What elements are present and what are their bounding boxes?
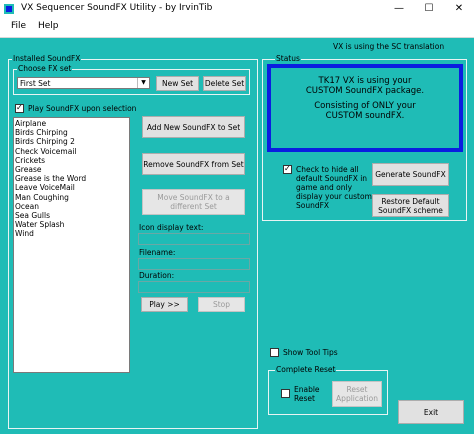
new-set-button[interactable]: New Set bbox=[156, 76, 199, 91]
delete-set-button[interactable]: Delete Set bbox=[203, 76, 246, 91]
play-on-select-checkbox[interactable] bbox=[15, 103, 24, 113]
show-tooltips-checkbox[interactable] bbox=[270, 348, 279, 357]
duration-label: Duration: bbox=[139, 271, 175, 280]
play-button[interactable]: Play >> bbox=[141, 297, 188, 312]
list-item[interactable]: Leave VoiceMail bbox=[15, 183, 128, 192]
status-message-box: TK17 VX is using your CUSTOM SoundFX pac… bbox=[267, 64, 463, 152]
restore-default-line2: SoundFX scheme bbox=[378, 205, 443, 215]
window-title: VX Sequencer SoundFX Utility - by IrvinT… bbox=[21, 3, 213, 13]
enable-reset-line1: Enable bbox=[294, 385, 320, 394]
list-item[interactable]: Water Splash bbox=[15, 220, 128, 229]
list-item[interactable]: Grease is the Word bbox=[15, 174, 128, 183]
hide-default-line: default SoundFX in bbox=[296, 174, 368, 183]
restore-default-line1: Restore Default bbox=[381, 196, 440, 206]
installed-soundfx-label: Installed SoundFX bbox=[12, 54, 82, 64]
hide-default-label: Check to hide all default SoundFX in gam… bbox=[296, 165, 372, 210]
minimize-button[interactable]: — bbox=[384, 0, 414, 19]
chevron-down-icon[interactable]: ▼ bbox=[137, 78, 149, 88]
hide-default-line: game and only bbox=[296, 183, 353, 192]
play-on-select-label: Play SoundFX upon selection bbox=[28, 104, 137, 113]
add-soundfx-button[interactable]: Add New SoundFX to Set bbox=[142, 116, 245, 138]
icon-display-text-label: Icon display text: bbox=[139, 223, 204, 232]
move-soundfx-line1: Move SoundFX to a bbox=[157, 193, 230, 202]
app-window: VX Sequencer SoundFX Utility - by IrvinT… bbox=[0, 0, 474, 434]
list-item[interactable]: Sea Gulls bbox=[15, 211, 128, 220]
remove-soundfx-button[interactable]: Remove SoundFX from Set bbox=[142, 153, 245, 175]
status-msg-line4: CUSTOM soundFX. bbox=[325, 111, 405, 121]
maximize-button[interactable]: ☐ bbox=[414, 0, 444, 19]
complete-reset-label: Complete Reset bbox=[275, 365, 337, 375]
list-item[interactable]: Check Voicemail bbox=[15, 147, 128, 156]
hide-default-line: SoundFX bbox=[296, 201, 330, 210]
show-tooltips-label: Show Tool Tips bbox=[283, 348, 338, 357]
reset-app-line2: Application bbox=[336, 394, 378, 403]
list-item[interactable]: Wind bbox=[15, 229, 128, 238]
icon-display-text-input[interactable] bbox=[138, 233, 250, 245]
list-item[interactable]: Crickets bbox=[15, 156, 128, 165]
close-button[interactable]: ✕ bbox=[444, 0, 474, 19]
choose-fx-set-label: Choose FX set bbox=[17, 64, 73, 74]
list-item[interactable]: Grease bbox=[15, 165, 128, 174]
move-soundfx-line2: different Set bbox=[170, 202, 217, 211]
enable-reset-line2: Reset bbox=[294, 394, 315, 403]
filename-label: Filename: bbox=[139, 248, 176, 257]
fx-set-select[interactable]: First Set ▼ bbox=[17, 77, 150, 89]
app-icon bbox=[4, 4, 14, 14]
status-msg-line1: TK17 VX is using your bbox=[318, 76, 412, 86]
menu-bar: File Help bbox=[0, 19, 474, 38]
restore-default-button[interactable]: Restore Default SoundFX scheme bbox=[372, 194, 449, 217]
hide-default-line: Check to hide all bbox=[296, 165, 359, 174]
list-item[interactable]: Airplane bbox=[15, 119, 128, 128]
exit-button[interactable]: Exit bbox=[398, 400, 464, 424]
status-msg-line3: Consisting of ONLY your bbox=[314, 101, 416, 111]
status-msg-line2: CUSTOM SoundFX package. bbox=[305, 86, 425, 96]
enable-reset-label: Enable Reset bbox=[294, 385, 320, 403]
menu-file[interactable]: File bbox=[11, 21, 26, 31]
enable-reset-checkbox[interactable] bbox=[281, 389, 290, 398]
translation-note: VX is using the SC translation bbox=[333, 42, 445, 51]
duration-input[interactable] bbox=[138, 281, 250, 293]
reset-app-line1: Reset bbox=[346, 385, 368, 394]
filename-input[interactable] bbox=[138, 258, 250, 270]
status-label: Status bbox=[275, 54, 301, 64]
list-item[interactable]: Ocean bbox=[15, 202, 128, 211]
hide-default-line: display your custom bbox=[296, 192, 372, 201]
list-item[interactable]: Birds Chirping 2 bbox=[15, 137, 128, 146]
menu-help[interactable]: Help bbox=[38, 21, 59, 31]
fx-set-selected: First Set bbox=[20, 79, 51, 88]
generate-soundfx-button[interactable]: Generate SoundFX bbox=[372, 163, 449, 186]
reset-application-button[interactable]: Reset Application bbox=[332, 381, 382, 407]
list-item[interactable]: Man Coughing bbox=[15, 193, 128, 202]
soundfx-list[interactable]: Airplane Birds Chirping Birds Chirping 2… bbox=[13, 117, 130, 373]
stop-button[interactable]: Stop bbox=[198, 297, 245, 312]
hide-default-checkbox[interactable] bbox=[283, 164, 292, 174]
title-bar: VX Sequencer SoundFX Utility - by IrvinT… bbox=[0, 0, 474, 19]
move-soundfx-button[interactable]: Move SoundFX to a different Set bbox=[142, 189, 245, 215]
list-item[interactable]: Birds Chirping bbox=[15, 128, 128, 137]
